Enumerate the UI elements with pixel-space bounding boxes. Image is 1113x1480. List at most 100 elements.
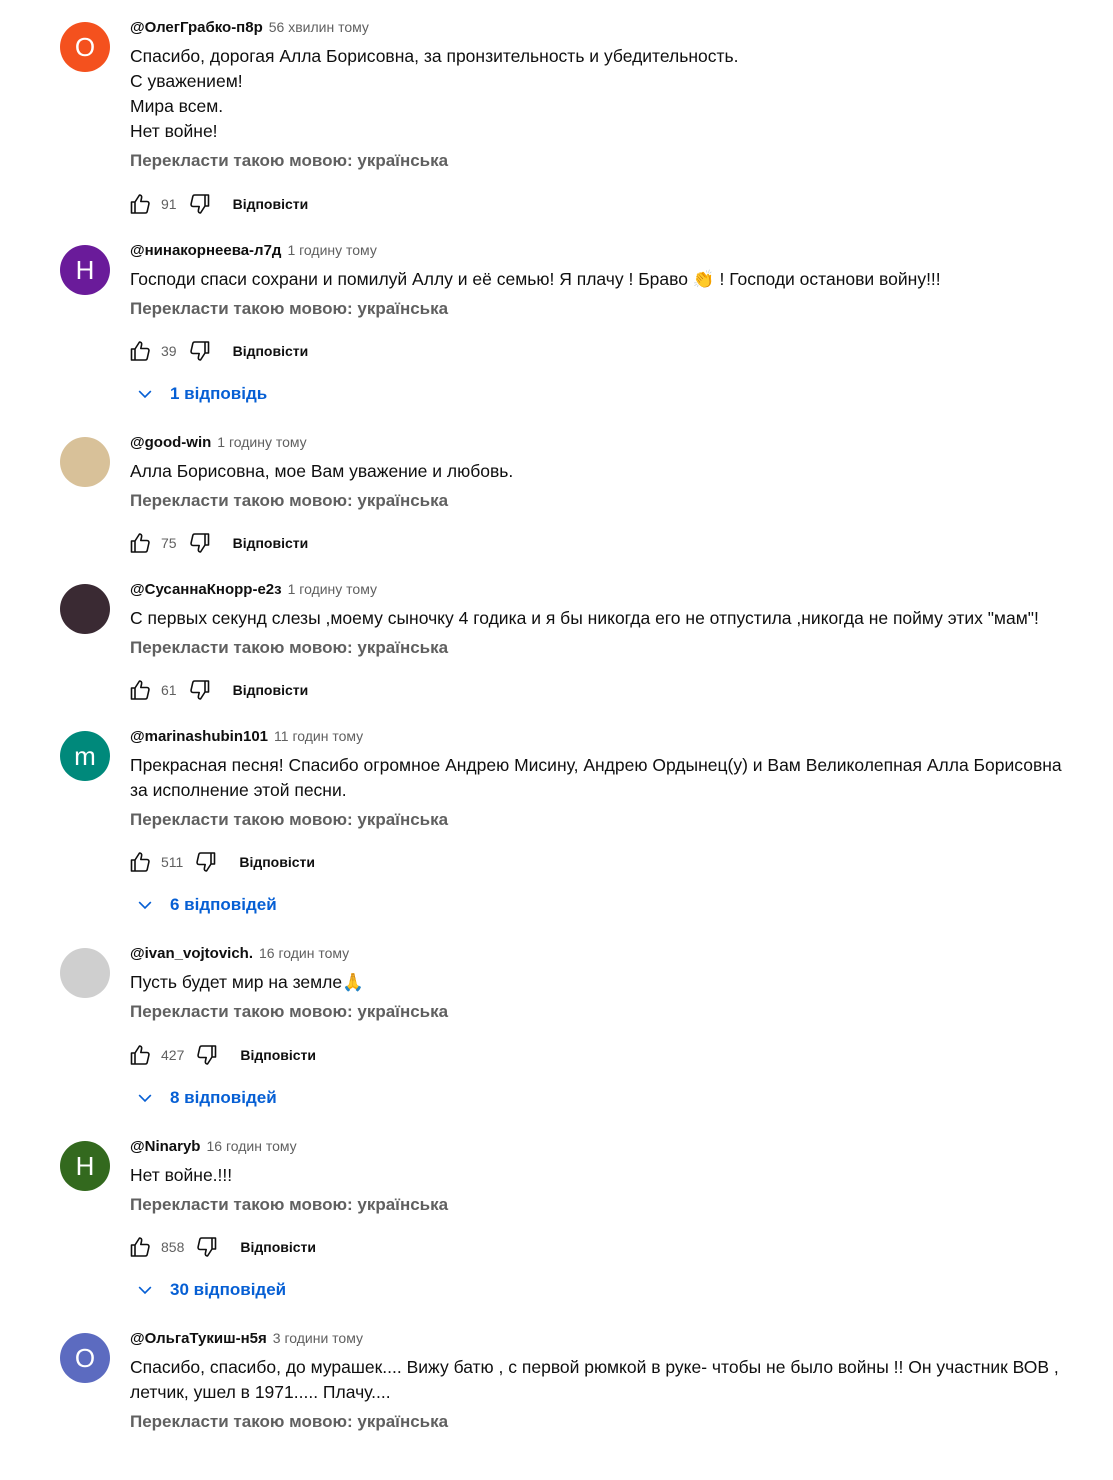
avatar[interactable]: О bbox=[60, 22, 110, 72]
translate-link[interactable]: Перекласти такою мовою: українська bbox=[130, 296, 1070, 321]
comment-text: Алла Борисовна, мое Вам уважение и любов… bbox=[130, 461, 514, 481]
comment-body: @нинакорнеева-л7д 1 годину тому Господи сп… bbox=[130, 238, 1070, 321]
comment-header: @СусаннаКнорр-е2з 1 годину тому bbox=[130, 577, 1070, 601]
avatar[interactable] bbox=[60, 584, 110, 634]
comment-body: @ivan_vojtovich. 16 годин тому Пусть будет… bbox=[130, 941, 1070, 1024]
like-count: 39 bbox=[161, 343, 177, 359]
replies-count-label: 1 відповідь bbox=[170, 384, 268, 403]
reply-button[interactable]: Відповісти bbox=[240, 1239, 316, 1255]
avatar[interactable] bbox=[60, 948, 110, 998]
thumb-up-icon[interactable] bbox=[127, 530, 153, 556]
replies-count-label: 30 відповідей bbox=[170, 1280, 287, 1299]
comment-actions: 39 Відповісти bbox=[127, 336, 308, 366]
translate-link[interactable]: Перекласти такою мовою: українська bbox=[130, 635, 1070, 660]
like-count: 91 bbox=[161, 196, 177, 212]
chevron-down-icon bbox=[132, 892, 158, 918]
comment-timestamp[interactable]: 1 годину тому bbox=[288, 581, 377, 597]
comment-body: @ОлегГрабко-п8р 56 хвилин тому Спасибо, до… bbox=[130, 15, 1070, 173]
replies-count-label: 6 відповідей bbox=[170, 895, 277, 914]
like-count: 858 bbox=[161, 1239, 185, 1255]
thumb-up-icon[interactable] bbox=[127, 1042, 153, 1068]
like-count: 75 bbox=[161, 535, 177, 551]
reply-button[interactable]: Відповісти bbox=[233, 682, 309, 698]
avatar[interactable]: m bbox=[60, 731, 110, 781]
thumb-down-icon[interactable] bbox=[187, 530, 213, 556]
chevron-down-icon bbox=[132, 1085, 158, 1111]
comment-timestamp[interactable]: 3 години тому bbox=[273, 1330, 363, 1346]
comment-text: Господи спаси сохрани и помилуй Аллу и е… bbox=[130, 269, 941, 289]
view-replies-button[interactable]: 6 відповідей bbox=[132, 890, 277, 920]
translate-link[interactable]: Перекласти такою мовою: українська bbox=[130, 807, 1070, 832]
thumb-up-icon[interactable] bbox=[127, 677, 153, 703]
comment-header: @ОлегГрабко-п8р 56 хвилин тому bbox=[130, 15, 1070, 39]
thumb-down-icon[interactable] bbox=[194, 1234, 220, 1260]
comment-actions: 858 Відповісти bbox=[127, 1232, 316, 1262]
comment-timestamp[interactable]: 16 годин тому bbox=[206, 1138, 296, 1154]
comment-actions: 511 Відповісти bbox=[127, 847, 315, 877]
comment-actions: 427 Відповісти bbox=[127, 1040, 316, 1070]
comment-author[interactable]: @СусаннаКнорр-е2з bbox=[130, 581, 282, 598]
thumb-up-icon[interactable] bbox=[127, 1234, 153, 1260]
thumb-up-icon[interactable] bbox=[127, 338, 153, 364]
comment-body: @Ninaryb 16 годин тому Нет войне.!!! Перекл… bbox=[130, 1134, 1070, 1217]
comment-author[interactable]: @ОльгаТукиш-н5я bbox=[130, 1330, 267, 1347]
comment-timestamp[interactable]: 56 хвилин тому bbox=[269, 19, 369, 35]
comment-header: @Ninaryb 16 годин тому bbox=[130, 1134, 1070, 1158]
comment-body: @СусаннаКнорр-е2з 1 годину тому С первых с… bbox=[130, 577, 1070, 660]
comment-timestamp[interactable]: 1 годину тому bbox=[217, 434, 306, 450]
comment-author[interactable]: @good-win bbox=[130, 434, 211, 451]
view-replies-button[interactable]: 1 відповідь bbox=[132, 379, 267, 409]
avatar[interactable]: О bbox=[60, 1333, 110, 1383]
comment-header: @good-win 1 годину тому bbox=[130, 430, 1070, 454]
chevron-down-icon bbox=[132, 1277, 158, 1303]
comment-header: @нинакорнеева-л7д 1 годину тому bbox=[130, 238, 1070, 262]
translate-link[interactable]: Перекласти такою мовою: українська bbox=[130, 999, 1070, 1024]
reply-button[interactable]: Відповісти bbox=[233, 535, 309, 551]
comment-header: @ОльгаТукиш-н5я 3 години тому bbox=[130, 1326, 1070, 1350]
like-count: 61 bbox=[161, 682, 177, 698]
thumb-up-icon[interactable] bbox=[127, 849, 153, 875]
translate-link[interactable]: Перекласти такою мовою: українська bbox=[130, 148, 1070, 173]
translate-link[interactable]: Перекласти такою мовою: українська bbox=[130, 1409, 1070, 1434]
comment-actions: 75 Відповісти bbox=[127, 528, 308, 558]
comment-text: Пусть будет мир на земле🙏 bbox=[130, 972, 364, 992]
comment-author[interactable]: @нинакорнеева-л7д bbox=[130, 242, 281, 259]
comment-actions: 61 Відповісти bbox=[127, 675, 308, 705]
comment-timestamp[interactable]: 11 годин тому bbox=[274, 728, 363, 744]
thumb-down-icon[interactable] bbox=[187, 191, 213, 217]
view-replies-button[interactable]: 30 відповідей bbox=[132, 1275, 286, 1305]
thumb-down-icon[interactable] bbox=[187, 677, 213, 703]
translate-link[interactable]: Перекласти такою мовою: українська bbox=[130, 1192, 1070, 1217]
comment-actions: 91 Відповісти bbox=[127, 189, 308, 219]
reply-button[interactable]: Відповісти bbox=[233, 196, 309, 212]
comment-text: Нет войне.!!! bbox=[130, 1165, 233, 1185]
comment-author[interactable]: @marinashubin101 bbox=[130, 728, 268, 745]
thumb-up-icon[interactable] bbox=[127, 191, 153, 217]
comment-author[interactable]: @Ninaryb bbox=[130, 1138, 200, 1155]
view-replies-button[interactable]: 8 відповідей bbox=[132, 1083, 277, 1113]
comment-text: Спасибо, спасибо, до мурашек.... Вижу ба… bbox=[130, 1357, 1059, 1402]
chevron-down-icon bbox=[132, 381, 158, 407]
comment-text: Спасибо, дорогая Алла Борисовна, за прон… bbox=[130, 46, 739, 141]
like-count: 427 bbox=[161, 1047, 185, 1063]
comment-author[interactable]: @ivan_vojtovich. bbox=[130, 945, 253, 962]
comment-header: @marinashubin101 11 годин тому bbox=[130, 724, 1070, 748]
translate-link[interactable]: Перекласти такою мовою: українська bbox=[130, 488, 1070, 513]
comment-body: @ОльгаТукиш-н5я 3 години тому Спасибо, спа… bbox=[130, 1326, 1070, 1434]
comment-text: С первых секунд слезы ,моему сыночку 4 г… bbox=[130, 608, 1039, 628]
reply-button[interactable]: Відповісти bbox=[233, 343, 309, 359]
reply-button[interactable]: Відповісти bbox=[239, 854, 315, 870]
comment-timestamp[interactable]: 16 годин тому bbox=[259, 945, 349, 961]
reply-button[interactable]: Відповісти bbox=[240, 1047, 316, 1063]
replies-count-label: 8 відповідей bbox=[170, 1088, 277, 1107]
avatar[interactable] bbox=[60, 437, 110, 487]
avatar[interactable]: Н bbox=[60, 245, 110, 295]
thumb-down-icon[interactable] bbox=[194, 1042, 220, 1068]
avatar[interactable]: Н bbox=[60, 1141, 110, 1191]
thumb-down-icon[interactable] bbox=[193, 849, 219, 875]
comment-body: @good-win 1 годину тому Алла Борисовна, мо… bbox=[130, 430, 1070, 513]
comment-author[interactable]: @ОлегГрабко-п8р bbox=[130, 19, 263, 36]
thumb-down-icon[interactable] bbox=[187, 338, 213, 364]
comment-timestamp[interactable]: 1 годину тому bbox=[287, 242, 376, 258]
like-count: 511 bbox=[161, 854, 184, 870]
